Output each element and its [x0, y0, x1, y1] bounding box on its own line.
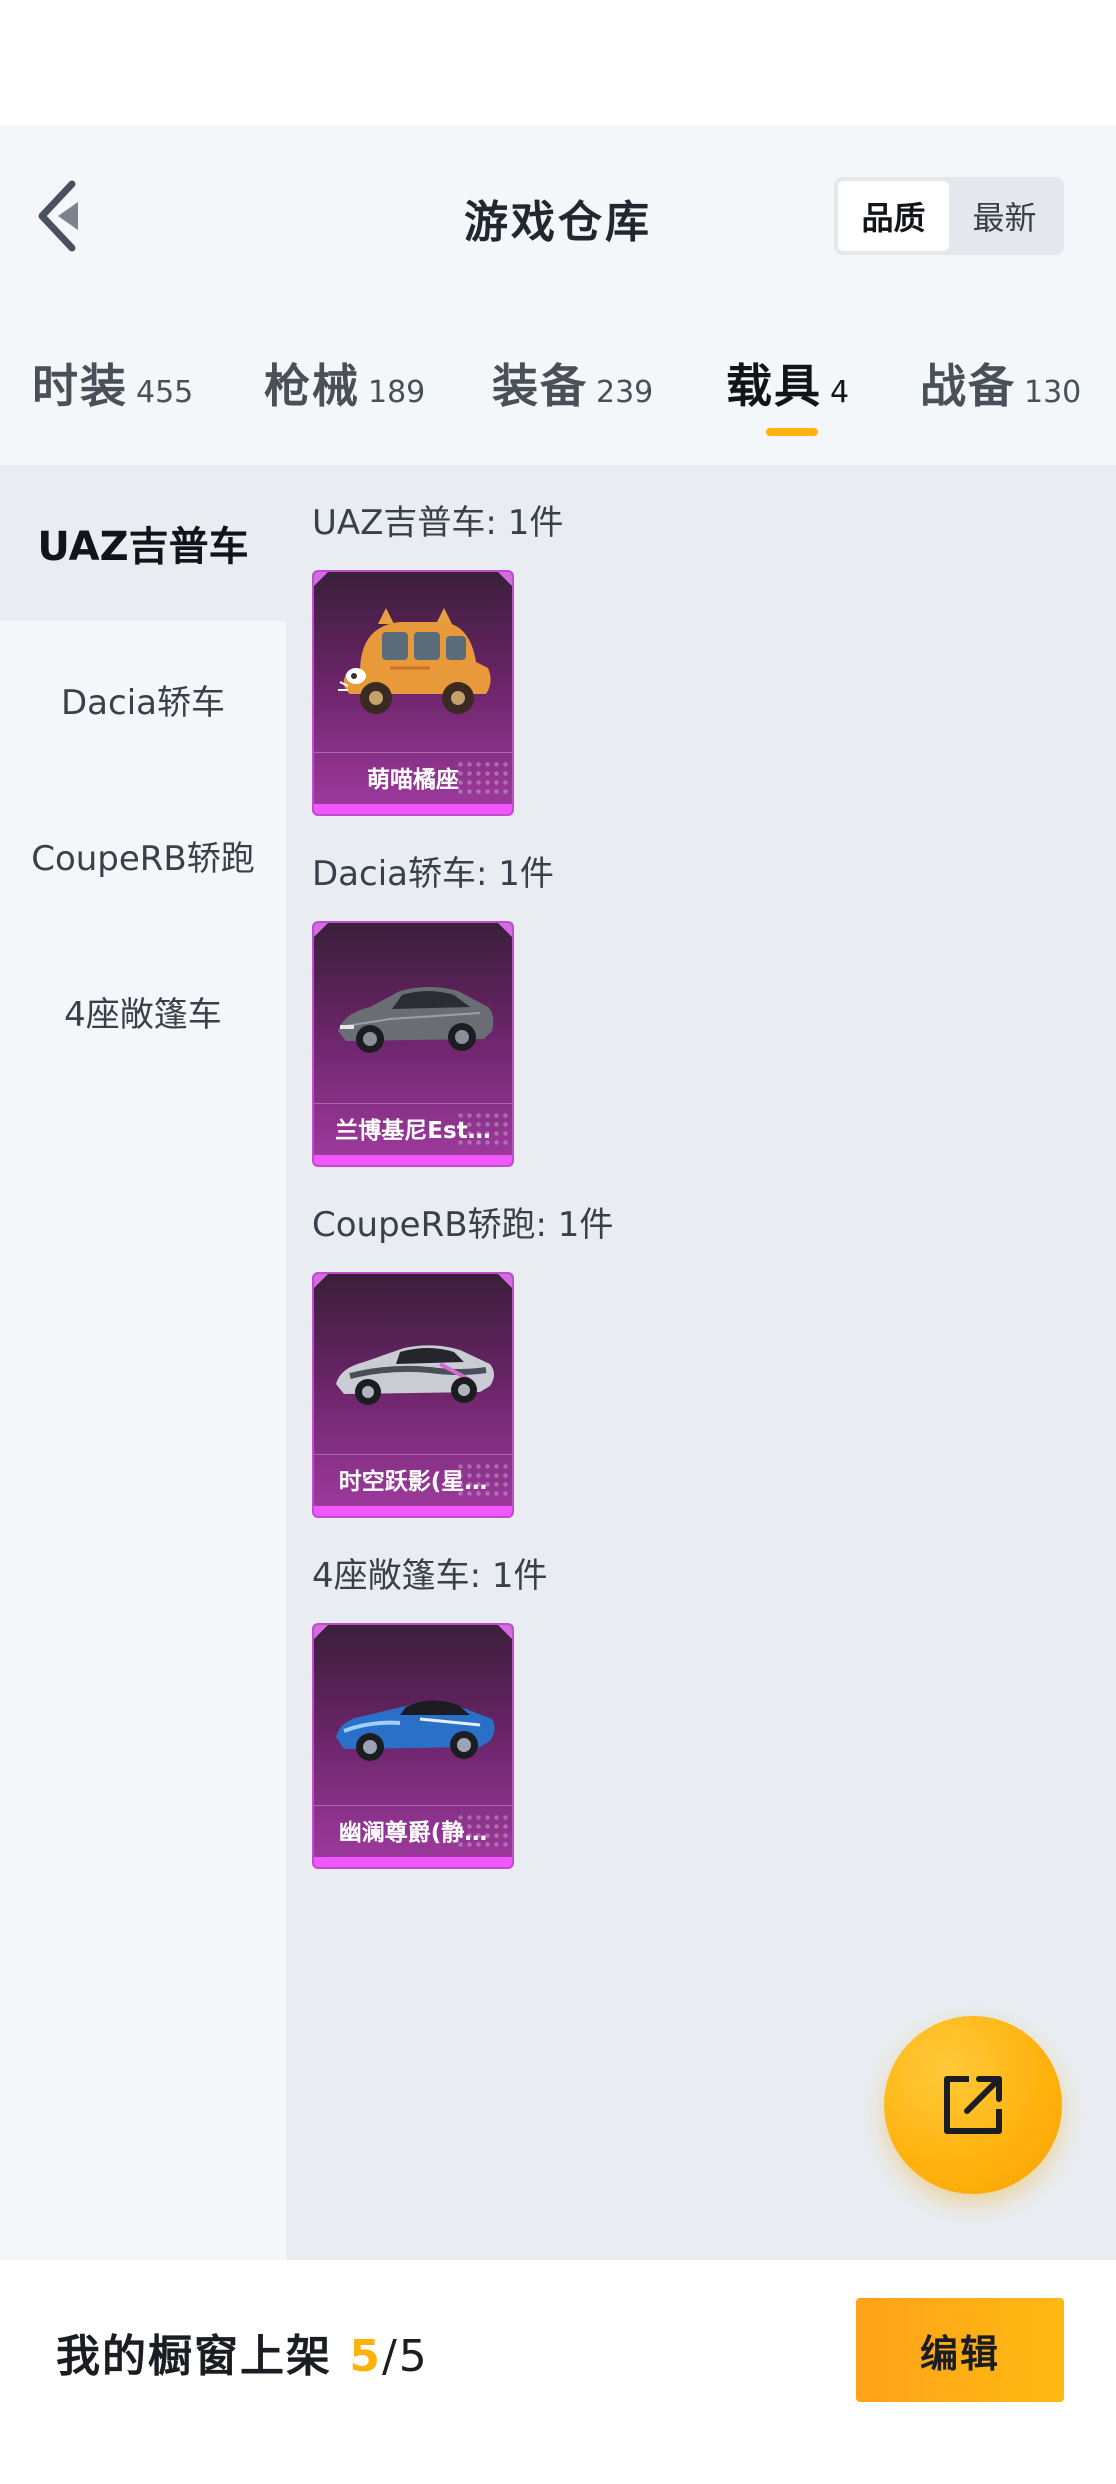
sort-option-latest[interactable]: 最新 — [949, 181, 1060, 251]
vehicle-name: 兰博基尼Est… — [335, 1118, 491, 1144]
status-bar-area — [0, 0, 1116, 125]
vehicle-name: 幽澜尊爵(静… — [338, 1820, 488, 1846]
tab-count: 189 — [368, 375, 426, 410]
tab-vehicles[interactable]: 载具 4 — [726, 350, 849, 416]
silver-supercar-icon — [336, 1345, 494, 1405]
tab-label: 载具 — [726, 359, 822, 413]
tab-count: 455 — [136, 375, 194, 410]
active-tab-indicator — [766, 428, 818, 436]
group-title-uaz: UAZ吉普车: 1件 — [312, 503, 564, 543]
group-title-couperb: CoupeRB轿跑: 1件 — [312, 1205, 614, 1245]
showcase-current-count: 5 — [349, 2331, 382, 2382]
tab-count: 130 — [1024, 375, 1082, 410]
tab-label: 装备 — [492, 359, 588, 413]
quality-bar — [314, 1857, 512, 1867]
group-title-dacia: Dacia轿车: 1件 — [312, 854, 554, 894]
tab-label: 战备 — [920, 359, 1016, 413]
vehicle-type-sidebar: UAZ吉普车 Dacia轿车 CoupeRB轿跑 4座敞篷车 — [0, 465, 286, 2260]
tab-battle-gear[interactable]: 战备 130 — [920, 350, 1081, 416]
sort-option-quality[interactable]: 品质 — [838, 181, 949, 251]
tab-count: 4 — [830, 375, 850, 410]
quality-bar — [314, 804, 512, 814]
sort-toggle: 品质 最新 — [834, 177, 1064, 255]
sidebar-item-dacia[interactable]: Dacia轿车 — [0, 621, 286, 777]
vehicle-name: 时空跃影(星… — [338, 1469, 488, 1495]
tab-label: 时装 — [32, 359, 128, 413]
category-tabs: 时装 455 枪械 189 装备 239 载具 4 战备 130 — [0, 340, 1116, 450]
showcase-label: 我的橱窗上架 — [56, 2331, 350, 2382]
showcase-bar: 我的橱窗上架 5/5 编辑 — [0, 2260, 1116, 2484]
sidebar-item-convertible[interactable]: 4座敞篷车 — [0, 933, 286, 1089]
tab-count: 239 — [596, 375, 654, 410]
grey-sports-car-icon — [338, 987, 494, 1053]
sidebar-item-uaz[interactable]: UAZ吉普车 — [0, 465, 286, 621]
tab-equipment[interactable]: 装备 239 — [492, 350, 653, 416]
share-external-icon — [944, 2076, 1002, 2134]
blue-convertible-icon — [336, 1700, 495, 1761]
showcase-total-count: /5 — [381, 2331, 429, 2382]
vehicle-card-dacia[interactable]: 兰博基尼Est… — [312, 921, 514, 1167]
vehicle-card-couperb[interactable]: 时空跃影(星… — [312, 1272, 514, 1518]
edit-button[interactable]: 编辑 — [856, 2298, 1064, 2402]
vehicle-name: 萌喵橘座 — [367, 767, 459, 793]
tab-fashion[interactable]: 时装 455 — [32, 350, 193, 416]
share-button[interactable] — [884, 2016, 1062, 2194]
vehicle-list: UAZ吉普车: 1件 萌喵橘座 Dacia轿车: 1件 兰博基尼Est… Cou… — [286, 465, 1116, 2260]
quality-bar — [314, 1155, 512, 1165]
orange-cat-car-icon — [338, 608, 491, 714]
showcase-status: 我的橱窗上架 5/5 — [56, 2320, 429, 2384]
tab-label: 枪械 — [264, 359, 360, 413]
vehicle-card-uaz[interactable]: 萌喵橘座 — [312, 570, 514, 816]
vehicle-card-convertible[interactable]: 幽澜尊爵(静… — [312, 1623, 514, 1869]
quality-bar — [314, 1506, 512, 1516]
group-title-convertible: 4座敞篷车: 1件 — [312, 1556, 548, 1596]
sidebar-item-couperb[interactable]: CoupeRB轿跑 — [0, 777, 286, 933]
tab-guns[interactable]: 枪械 189 — [264, 350, 425, 416]
